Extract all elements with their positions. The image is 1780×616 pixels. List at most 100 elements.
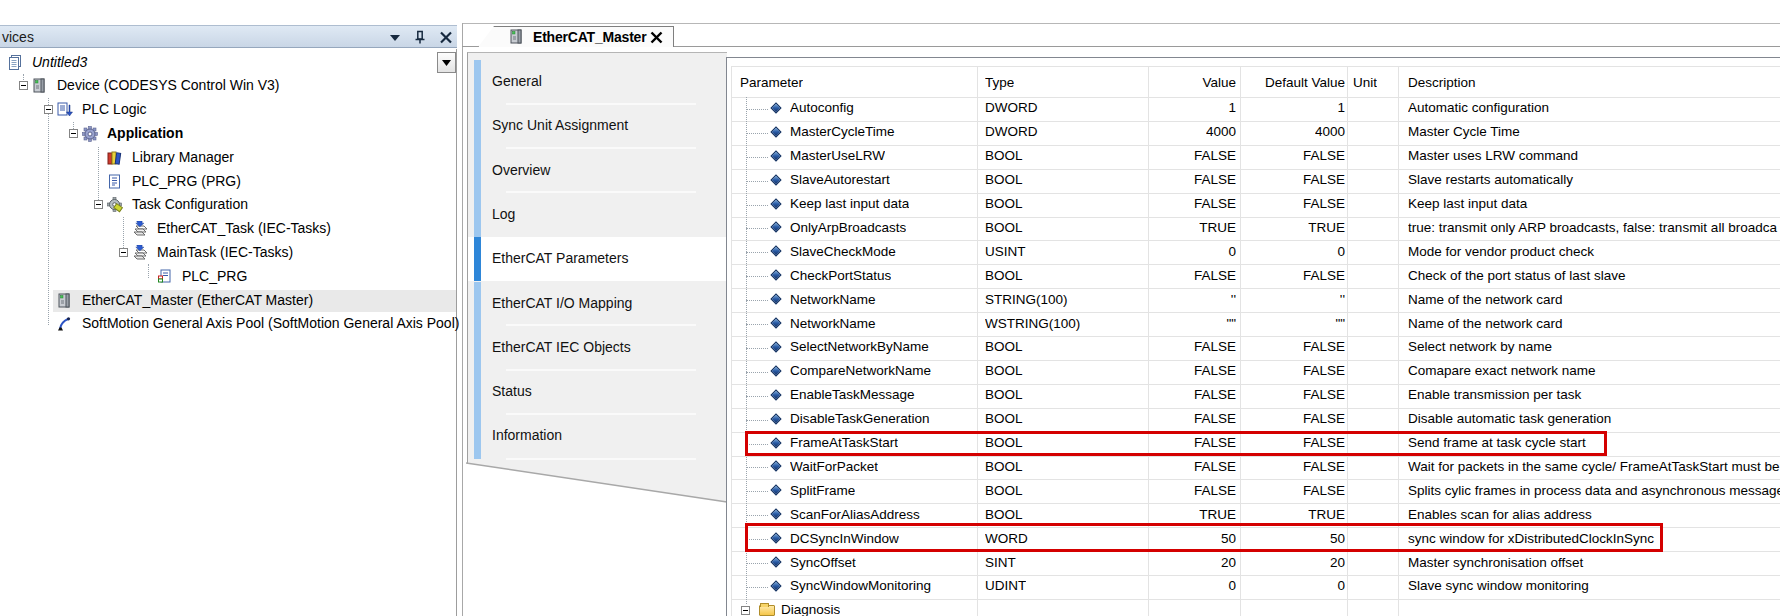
param-value[interactable]: FALSE bbox=[1194, 411, 1236, 426]
param-value[interactable]: FALSE bbox=[1194, 387, 1236, 402]
tree-connector bbox=[746, 372, 768, 373]
param-value[interactable]: '' bbox=[1231, 292, 1236, 307]
dialog-tab-label: EtherCAT I/O Mapping bbox=[492, 295, 632, 311]
pin-icon[interactable] bbox=[412, 30, 428, 45]
param-type: BOOL bbox=[985, 387, 1023, 402]
tree-item-device-codesys-control-win-v3[interactable]: Device (CODESYS Control Win V3) bbox=[0, 75, 457, 97]
collapse-toggle-icon[interactable] bbox=[44, 105, 53, 114]
param-name[interactable]: MasterCycleTime bbox=[790, 124, 895, 139]
param-name[interactable]: ScanForAliasAddress bbox=[790, 507, 920, 522]
param-value[interactable]: FALSE bbox=[1194, 196, 1236, 211]
column-header-description[interactable]: Description bbox=[1408, 75, 1476, 90]
param-name[interactable]: SlaveAutorestart bbox=[790, 172, 890, 187]
param-value[interactable]: 0 bbox=[1228, 578, 1236, 593]
parameter-icon bbox=[770, 293, 781, 304]
tree-item-maintask-iec-tasks[interactable]: MainTask (IEC-Tasks) bbox=[0, 242, 457, 264]
collapse-toggle-icon[interactable] bbox=[119, 248, 128, 257]
collapse-toggle-icon[interactable] bbox=[19, 81, 28, 90]
param-name[interactable]: DisableTaskGeneration bbox=[790, 411, 930, 426]
param-name[interactable]: Keep last input data bbox=[790, 196, 909, 211]
dialog-tab-log[interactable]: Log bbox=[468, 193, 728, 237]
param-description: Slave sync window monitoring bbox=[1408, 578, 1780, 593]
codesys-window: vices Untitled3Device (CODESYS Control W… bbox=[0, 0, 1780, 616]
param-description: Name of the network card bbox=[1408, 316, 1780, 331]
dialog-tab-ethercat-parameters[interactable]: EtherCAT Parameters bbox=[468, 237, 728, 281]
tree-item-plc-prg-prg[interactable]: PLC_PRG (PRG) bbox=[0, 171, 457, 193]
param-type: BOOL bbox=[985, 411, 1023, 426]
devices-panel-header[interactable]: vices bbox=[0, 25, 457, 48]
tree-item-ethercat-task-iec-tasks[interactable]: EtherCAT_Task (IEC-Tasks) bbox=[0, 218, 457, 240]
tree-connector bbox=[746, 396, 768, 397]
column-header-value[interactable]: Value bbox=[1202, 75, 1236, 90]
collapse-toggle-icon[interactable] bbox=[69, 129, 78, 138]
task-icon bbox=[132, 245, 148, 261]
param-value[interactable]: FALSE bbox=[1194, 339, 1236, 354]
param-value[interactable]: FALSE bbox=[1194, 363, 1236, 378]
tree-item-label: EtherCAT_Master (EtherCAT Master) bbox=[82, 292, 313, 308]
param-name[interactable]: SyncOffset bbox=[790, 555, 856, 570]
tree-item-plc-prg[interactable]: PLC_PRG bbox=[0, 266, 457, 288]
param-type: DWORD bbox=[985, 100, 1038, 115]
column-header-type[interactable]: Type bbox=[985, 75, 1014, 90]
close-icon[interactable] bbox=[438, 30, 454, 45]
param-value[interactable]: 1 bbox=[1228, 100, 1236, 115]
tree-item-label: MainTask (IEC-Tasks) bbox=[157, 244, 293, 260]
grid-line bbox=[731, 575, 1780, 576]
tree-item-untitled3[interactable]: Untitled3 bbox=[0, 52, 457, 74]
dialog-tab-ethercat-iec-objects[interactable]: EtherCAT IEC Objects bbox=[468, 326, 728, 370]
param-name[interactable]: SlaveCheckMode bbox=[790, 244, 896, 259]
column-header-parameter[interactable]: Parameter bbox=[740, 75, 803, 90]
param-value[interactable]: 20 bbox=[1221, 555, 1236, 570]
param-name[interactable]: NetworkName bbox=[790, 316, 876, 331]
param-name[interactable]: SyncWindowMonitoring bbox=[790, 578, 931, 593]
param-name[interactable]: WaitForPacket bbox=[790, 459, 878, 474]
param-name[interactable]: CompareNetworkName bbox=[790, 363, 931, 378]
param-group-name[interactable]: Diagnosis bbox=[781, 602, 840, 616]
parameter-icon bbox=[770, 174, 781, 185]
tree-item-label: PLC_PRG bbox=[182, 268, 247, 284]
tree-item-softmotion-general-axis-pool-softmotion-general-axis-pool[interactable]: SoftMotion General Axis Pool (SoftMotion… bbox=[0, 313, 457, 335]
dialog-tab-ethercat-i-o-mapping[interactable]: EtherCAT I/O Mapping bbox=[468, 282, 728, 326]
param-value[interactable]: FALSE bbox=[1194, 148, 1236, 163]
dialog-tab-general[interactable]: General bbox=[468, 60, 728, 104]
param-value[interactable]: 0 bbox=[1228, 244, 1236, 259]
dialog-tab-information[interactable]: Information bbox=[468, 414, 728, 458]
dialog-tab-status[interactable]: Status bbox=[468, 370, 728, 414]
tree-item-library-manager[interactable]: Library Manager bbox=[0, 147, 457, 169]
column-header-default-value[interactable]: Default Value bbox=[1265, 75, 1345, 90]
param-name[interactable]: OnlyArpBroadcasts bbox=[790, 220, 906, 235]
param-value[interactable]: TRUE bbox=[1199, 507, 1236, 522]
param-name[interactable]: MasterUseLRW bbox=[790, 148, 885, 163]
param-name[interactable]: EnableTaskMessage bbox=[790, 387, 915, 402]
collapse-toggle-icon[interactable] bbox=[94, 200, 103, 209]
param-value[interactable]: FALSE bbox=[1194, 172, 1236, 187]
parameter-icon bbox=[770, 509, 781, 520]
param-value[interactable]: FALSE bbox=[1194, 268, 1236, 283]
tree-dropdown-button[interactable] bbox=[437, 52, 456, 73]
param-name[interactable]: SelectNetworkByName bbox=[790, 339, 929, 354]
chevron-down-icon[interactable] bbox=[387, 30, 403, 45]
dialog-tab-sync-unit-assignment[interactable]: Sync Unit Assignment bbox=[468, 104, 728, 148]
param-default: 0 bbox=[1337, 244, 1345, 259]
column-header-unit[interactable]: Unit bbox=[1353, 75, 1377, 90]
editor-tab-ethercat-master[interactable]: EtherCAT_Master bbox=[478, 26, 674, 47]
tree-item-ethercat-master-ethercat-master[interactable]: EtherCAT_Master (EtherCAT Master) bbox=[53, 290, 456, 312]
param-name[interactable]: SplitFrame bbox=[790, 483, 855, 498]
param-value[interactable]: 4000 bbox=[1206, 124, 1236, 139]
dialog-tab-overview[interactable]: Overview bbox=[468, 149, 728, 193]
param-value[interactable]: FALSE bbox=[1194, 459, 1236, 474]
param-name[interactable]: NetworkName bbox=[790, 292, 876, 307]
param-value[interactable]: FALSE bbox=[1194, 483, 1236, 498]
tree-item-task-configuration[interactable]: Task Configuration bbox=[0, 194, 457, 216]
param-value[interactable]: TRUE bbox=[1199, 220, 1236, 235]
tree-item-plc-logic[interactable]: PLC Logic bbox=[0, 99, 457, 121]
param-value[interactable]: "" bbox=[1226, 316, 1236, 331]
param-name[interactable]: Autoconfig bbox=[790, 100, 854, 115]
tree-item-application[interactable]: Application bbox=[0, 123, 457, 145]
param-description: Enables scan for alias address bbox=[1408, 507, 1780, 522]
tab-close-icon[interactable] bbox=[650, 31, 663, 44]
collapse-toggle-icon[interactable] bbox=[741, 606, 750, 615]
grid-line bbox=[731, 121, 1780, 122]
param-name[interactable]: CheckPortStatus bbox=[790, 268, 891, 283]
dialog-tab-strip: GeneralSync Unit AssignmentOverviewLogEt… bbox=[467, 52, 727, 503]
